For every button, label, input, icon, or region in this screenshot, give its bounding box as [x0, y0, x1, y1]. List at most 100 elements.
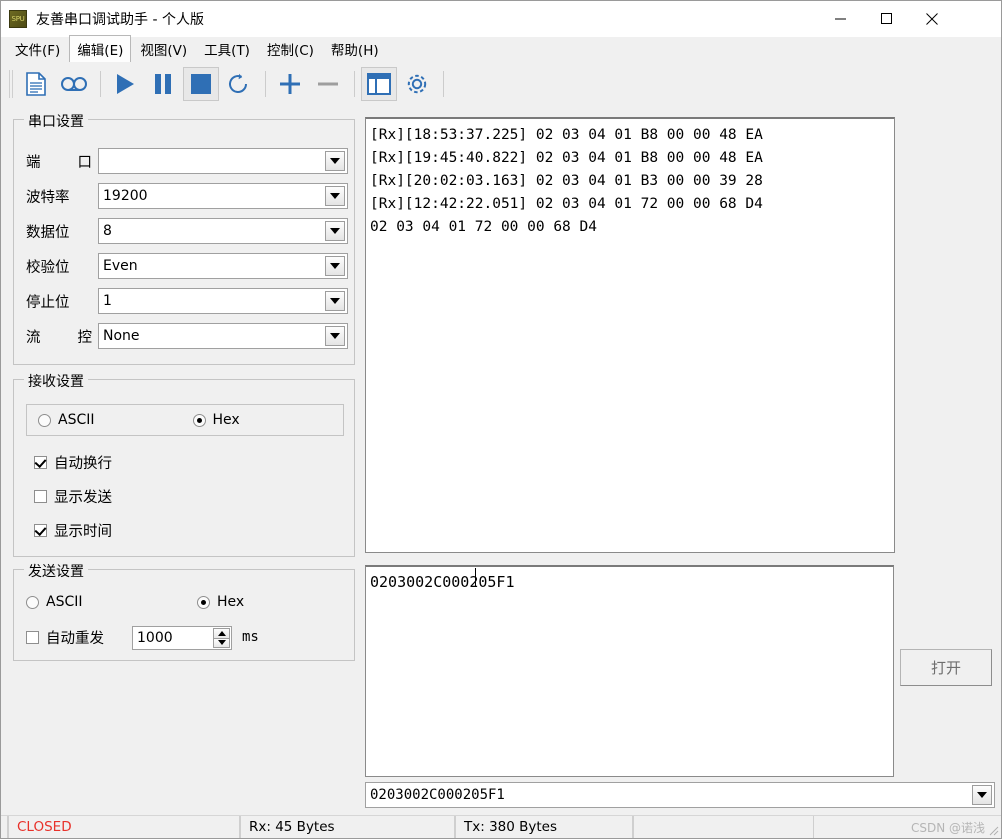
parity-combo-chevron-down-icon[interactable]	[325, 256, 345, 276]
receive-showtime-checkbox[interactable]: 显示时间	[34, 520, 112, 541]
open-port-button[interactable]: 打开	[900, 649, 992, 686]
send-format-hex-radio[interactable]: Hex	[197, 594, 244, 610]
receive-format-hex-radio[interactable]: Hex	[192, 412, 240, 428]
status-bar-grip	[1, 816, 8, 838]
serial-settings-group: 串口设置 端 口 波特率 19200 数据位 8 校验位 Even 停止位 1 …	[13, 111, 355, 365]
field-port: 端 口	[26, 148, 348, 174]
flowcontrol-combo-chevron-down-icon[interactable]	[325, 326, 345, 346]
menu-control[interactable]: 控制(C)	[259, 35, 322, 64]
resend-interval-stepper[interactable]: 1000	[132, 626, 232, 650]
minimize-button[interactable]	[817, 1, 863, 36]
checkbox-unchecked-icon	[26, 631, 39, 644]
checkbox-unchecked-icon	[34, 490, 47, 503]
port-combo[interactable]	[98, 148, 348, 174]
menu-bar: 文件(F) 编辑(E) 视图(V) 工具(T) 控制(C) 帮助(H)	[1, 35, 1001, 64]
label-port: 端 口	[26, 154, 92, 171]
stop-icon	[191, 74, 211, 94]
receive-autowrap-checkbox[interactable]: 自动换行	[34, 452, 112, 473]
toolbar-separator-2	[265, 71, 266, 97]
toolbar-add-button[interactable]	[272, 67, 308, 101]
status-bar: CLOSED Rx: 45 Bytes Tx: 380 Bytes CSDN @…	[1, 815, 1001, 838]
baudrate-combo-chevron-down-icon[interactable]	[325, 186, 345, 206]
refresh-icon	[229, 73, 247, 93]
databits-combo[interactable]: 8	[98, 218, 348, 244]
toolbar-new-file-button[interactable]	[18, 67, 54, 101]
field-stopbits: 停止位 1	[26, 288, 348, 314]
status-connection: CLOSED	[8, 816, 240, 838]
send-text-value: 0203002C000205F1	[370, 573, 515, 591]
send-history-combo[interactable]: 0203002C000205F1	[365, 782, 995, 808]
parity-combo[interactable]: Even	[98, 253, 348, 279]
receive-showsend-checkbox[interactable]: 显示发送	[34, 486, 112, 507]
receive-text-area[interactable]: [Rx][18:53:37.225] 02 03 04 01 B8 00 00 …	[365, 117, 895, 553]
stopbits-combo-value: 1	[103, 293, 112, 309]
minus-icon	[318, 82, 338, 86]
status-rx-bytes: Rx: 45 Bytes	[240, 816, 455, 838]
text-cursor	[475, 568, 476, 587]
menu-help[interactable]: 帮助(H)	[323, 35, 387, 64]
auto-resend-checkbox[interactable]: 自动重发	[26, 627, 104, 648]
label-parity: 校验位	[26, 259, 70, 276]
receive-line: [Rx][18:53:37.225] 02 03 04 01 B8 00 00 …	[370, 127, 763, 143]
baudrate-combo[interactable]: 19200	[98, 183, 348, 209]
radio-unselected-icon	[26, 595, 39, 609]
receive-autowrap-label: 自动换行	[54, 456, 112, 472]
send-settings-group: 发送设置 ASCII Hex 自动重发 1000 ms	[13, 561, 355, 661]
send-text-area[interactable]: 0203002C000205F1	[365, 565, 894, 777]
stopbits-combo[interactable]: 1	[98, 288, 348, 314]
status-blank-cell	[633, 816, 814, 838]
field-databits: 数据位 8	[26, 218, 348, 244]
resize-grip-icon[interactable]	[987, 824, 999, 836]
toolbar-stop-button[interactable]	[183, 67, 219, 101]
receive-settings-group: 接收设置 ASCII Hex 自动换行 显示发送 显示时间	[13, 371, 355, 557]
toolbar-play-button[interactable]	[107, 67, 143, 101]
spin-up-icon[interactable]	[213, 628, 230, 638]
minimize-icon	[834, 18, 846, 20]
toolbar-layout-button[interactable]	[361, 67, 397, 101]
field-flowcontrol: 流 控 None	[26, 323, 348, 349]
auto-resend-label: 自动重发	[46, 631, 104, 647]
send-format-ascii-label: ASCII	[46, 594, 83, 610]
window-title: 友善串口调试助手 - 个人版	[36, 12, 204, 28]
play-icon	[117, 74, 134, 94]
menu-tools[interactable]: 工具(T)	[196, 35, 258, 64]
databits-combo-chevron-down-icon[interactable]	[325, 221, 345, 241]
toolbar-remove-button[interactable]	[310, 67, 346, 101]
menu-view[interactable]: 视图(V)	[132, 35, 195, 64]
toolbar-separator-3	[354, 71, 355, 97]
send-format-ascii-radio[interactable]: ASCII	[26, 594, 83, 610]
resend-interval-value: 1000	[137, 630, 173, 646]
resend-interval-unit: ms	[242, 629, 259, 645]
toolbar-separator-1	[100, 71, 101, 97]
receive-format-ascii-radio[interactable]: ASCII	[38, 412, 95, 428]
receive-format-radio-group: ASCII Hex	[26, 404, 344, 436]
pause-icon	[155, 74, 171, 94]
toolbar-settings-button[interactable]	[399, 67, 435, 101]
port-combo-chevron-down-icon[interactable]	[325, 151, 345, 171]
databits-combo-value: 8	[103, 223, 112, 239]
menu-edit[interactable]: 编辑(E)	[69, 35, 132, 64]
label-stopbits: 停止位	[26, 294, 70, 311]
spin-down-icon[interactable]	[213, 637, 230, 648]
close-icon	[926, 12, 938, 25]
radio-selected-icon	[192, 413, 206, 427]
toolbar-separator-4	[443, 71, 444, 97]
menu-file[interactable]: 文件(F)	[7, 35, 68, 64]
send-history-value: 0203002C000205F1	[370, 787, 505, 803]
toolbar-grip[interactable]	[9, 70, 13, 98]
toolbar	[1, 62, 1001, 106]
stopbits-combo-chevron-down-icon[interactable]	[325, 291, 345, 311]
parity-combo-value: Even	[103, 258, 138, 274]
receive-line: [Rx][20:02:03.163] 02 03 04 01 B3 00 00 …	[370, 173, 763, 189]
send-history-chevron-down-icon[interactable]	[972, 785, 992, 805]
flowcontrol-combo[interactable]: None	[98, 323, 348, 349]
toolbar-pause-button[interactable]	[145, 67, 181, 101]
receive-line: [Rx][19:45:40.822] 02 03 04 01 B8 00 00 …	[370, 150, 763, 166]
maximize-button[interactable]	[863, 1, 909, 36]
receive-showtime-label: 显示时间	[54, 524, 112, 540]
toolbar-record-button[interactable]	[56, 67, 92, 101]
resend-interval-spin-buttons[interactable]	[213, 628, 230, 648]
toolbar-refresh-button[interactable]	[221, 67, 257, 101]
checkbox-checked-icon	[34, 524, 47, 537]
close-button[interactable]	[909, 1, 955, 36]
